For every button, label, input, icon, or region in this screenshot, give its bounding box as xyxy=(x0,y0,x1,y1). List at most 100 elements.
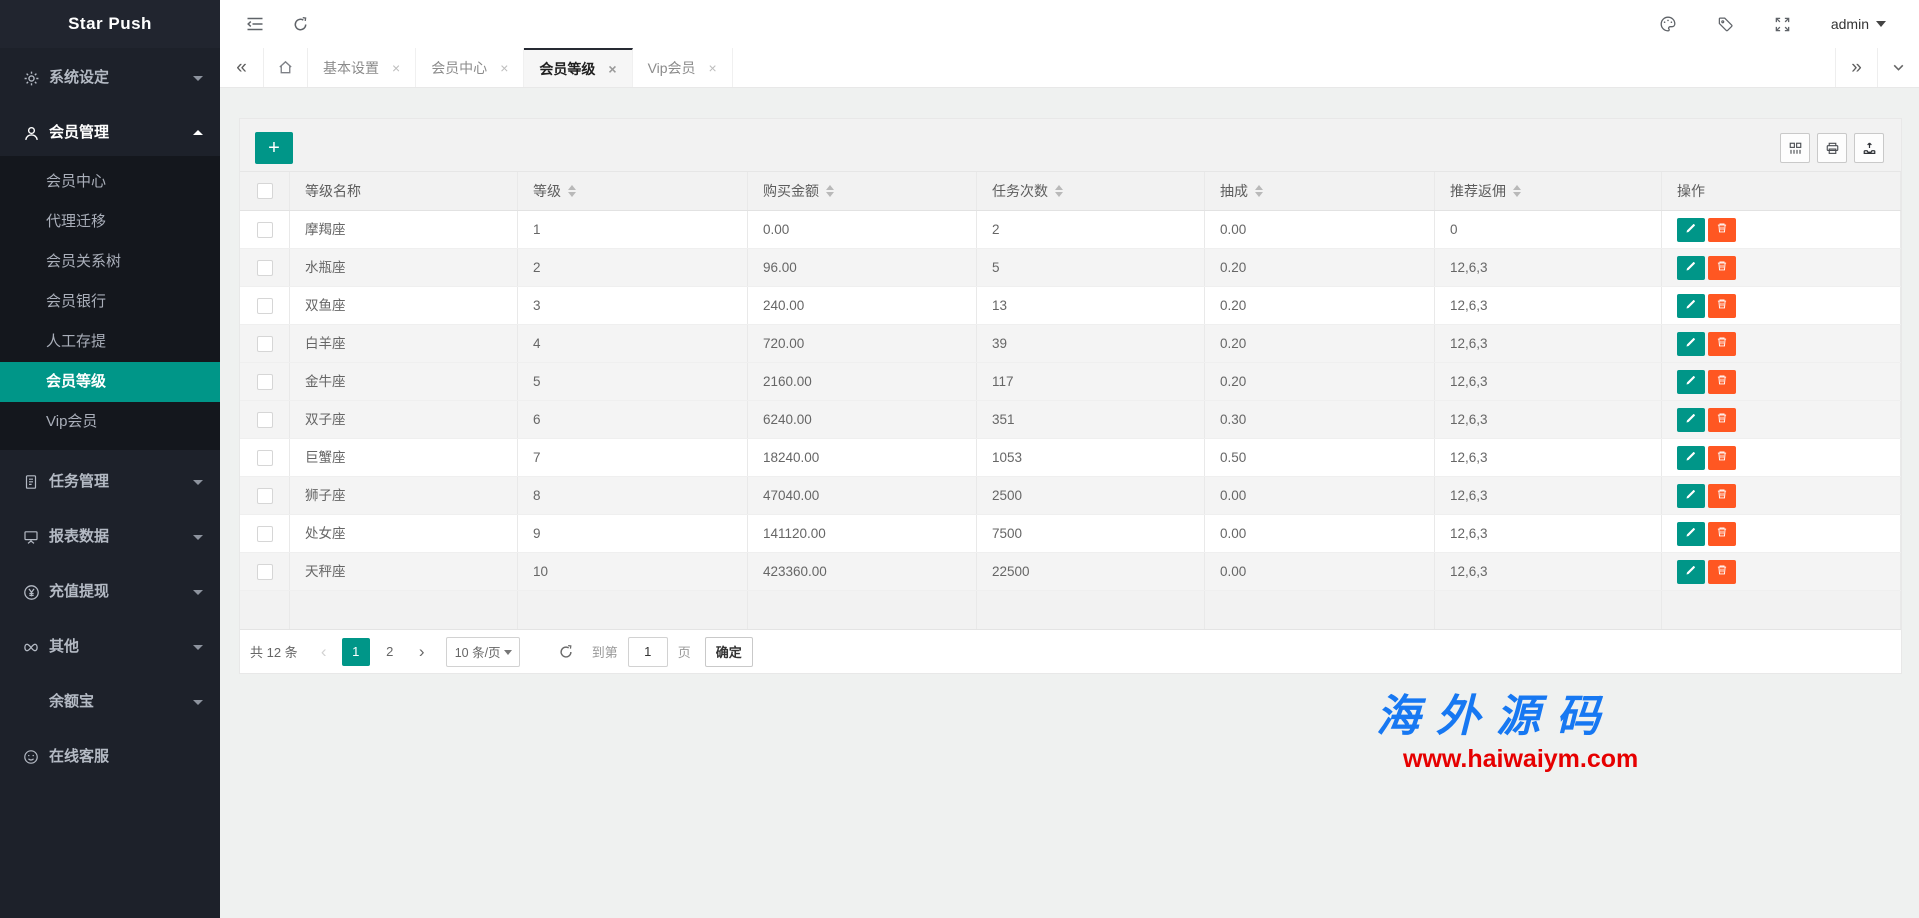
tabs-scroll-left-button[interactable]: « xyxy=(220,48,264,87)
delete-button[interactable] xyxy=(1708,370,1736,394)
delete-button[interactable] xyxy=(1708,256,1736,280)
page-button-2[interactable]: 2 xyxy=(376,638,404,666)
delete-button[interactable] xyxy=(1708,218,1736,242)
sidebar-item-member-bank[interactable]: 会员银行 xyxy=(0,282,220,322)
delete-button[interactable] xyxy=(1708,408,1736,432)
sidebar-item-recharge-withdraw[interactable]: 充值提现 xyxy=(0,569,220,615)
delete-button[interactable] xyxy=(1708,332,1736,356)
theme-palette-icon[interactable] xyxy=(1659,15,1677,33)
edit-button[interactable] xyxy=(1677,560,1705,584)
cell-rebate: 12,6,3 xyxy=(1435,363,1662,400)
tabs-menu-button[interactable] xyxy=(1877,48,1919,87)
row-checkbox[interactable] xyxy=(257,526,273,542)
page-button-1[interactable]: 1 xyxy=(342,638,370,666)
collapse-sidebar-icon[interactable] xyxy=(246,16,264,32)
close-tab-icon[interactable]: × xyxy=(500,60,508,76)
goto-page-input[interactable] xyxy=(628,637,668,667)
pencil-icon xyxy=(1685,222,1697,237)
cell-level: 4 xyxy=(518,325,748,362)
tabs-scroll-right-button[interactable]: » xyxy=(1835,48,1877,87)
row-checkbox[interactable] xyxy=(257,298,273,314)
row-checkbox[interactable] xyxy=(257,450,273,466)
home-tab[interactable] xyxy=(264,48,308,87)
edit-button[interactable] xyxy=(1677,522,1705,546)
sidebar-item-member-management[interactable]: 会员管理 xyxy=(0,110,220,156)
row-checkbox[interactable] xyxy=(257,488,273,504)
fullscreen-icon[interactable] xyxy=(1774,16,1791,33)
cell-amount: 240.00 xyxy=(748,287,977,324)
close-tab-icon[interactable]: × xyxy=(608,61,616,77)
edit-button[interactable] xyxy=(1677,294,1705,318)
trash-icon xyxy=(1716,488,1728,503)
pencil-icon xyxy=(1685,298,1697,313)
tab-member-level[interactable]: 会员等级× xyxy=(524,48,632,87)
sidebar-item-vip-member[interactable]: Vip会员 xyxy=(0,402,220,442)
export-button[interactable] xyxy=(1854,133,1884,163)
sort-icon[interactable] xyxy=(568,185,576,197)
edit-button[interactable] xyxy=(1677,218,1705,242)
sidebar-item-member-level[interactable]: 会员等级 xyxy=(0,362,220,402)
row-checkbox[interactable] xyxy=(257,374,273,390)
sidebar-item-member-center[interactable]: 会员中心 xyxy=(0,162,220,202)
sort-icon[interactable] xyxy=(1255,185,1263,197)
tag-icon[interactable] xyxy=(1717,16,1734,33)
row-checkbox[interactable] xyxy=(257,412,273,428)
sort-icon[interactable] xyxy=(826,185,834,197)
delete-button[interactable] xyxy=(1708,560,1736,584)
sidebar-item-system-settings[interactable]: 系统设定 xyxy=(0,55,220,101)
delete-button[interactable] xyxy=(1708,294,1736,318)
close-tab-icon[interactable]: × xyxy=(709,60,717,76)
watermark-url: www.haiwaiym.com xyxy=(1403,745,1638,774)
delete-button[interactable] xyxy=(1708,484,1736,508)
pencil-icon xyxy=(1685,412,1697,427)
sidebar-item-manual-deposit[interactable]: 人工存提 xyxy=(0,322,220,362)
delete-button[interactable] xyxy=(1708,446,1736,470)
per-page-select[interactable]: 10 条/页 xyxy=(446,637,520,667)
next-page-button[interactable]: › xyxy=(410,642,434,662)
refresh-page-icon[interactable] xyxy=(292,16,309,33)
sidebar-menu: 系统设定会员管理会员中心代理迁移会员关系树会员银行人工存提会员等级Vip会员任务… xyxy=(0,48,220,780)
edit-button[interactable] xyxy=(1677,484,1705,508)
tab-member-center[interactable]: 会员中心× xyxy=(416,48,524,87)
delete-button[interactable] xyxy=(1708,522,1736,546)
row-checkbox[interactable] xyxy=(257,260,273,276)
trash-icon xyxy=(1716,564,1728,579)
row-checkbox-cell xyxy=(240,287,290,324)
cell-level: 8 xyxy=(518,477,748,514)
sidebar-item-report-data[interactable]: 报表数据 xyxy=(0,514,220,560)
column-header-label: 操作 xyxy=(1677,181,1705,201)
close-tab-icon[interactable]: × xyxy=(392,60,400,76)
sidebar-item-other[interactable]: 其他 xyxy=(0,624,220,670)
sort-icon[interactable] xyxy=(1055,185,1063,197)
sort-desc-icon xyxy=(1513,192,1521,197)
print-button[interactable] xyxy=(1817,133,1847,163)
edit-button[interactable] xyxy=(1677,370,1705,394)
edit-button[interactable] xyxy=(1677,332,1705,356)
sort-icon[interactable] xyxy=(1513,185,1521,197)
user-menu[interactable]: admin xyxy=(1831,16,1886,32)
add-level-button[interactable]: + xyxy=(255,132,293,164)
tab-vip-member[interactable]: Vip会员× xyxy=(633,48,733,87)
confirm-page-button[interactable]: 确定 xyxy=(705,637,753,667)
columns-filter-button[interactable] xyxy=(1780,133,1810,163)
smiley-icon xyxy=(22,748,40,766)
row-checkbox[interactable] xyxy=(257,564,273,580)
refresh-table-button[interactable] xyxy=(558,644,574,660)
trash-icon xyxy=(1716,222,1728,237)
sidebar-item-member-tree[interactable]: 会员关系树 xyxy=(0,242,220,282)
column-header-name: 等级名称 xyxy=(290,172,518,210)
row-checkbox[interactable] xyxy=(257,222,273,238)
tab-basic-settings[interactable]: 基本设置× xyxy=(308,48,416,87)
edit-button[interactable] xyxy=(1677,256,1705,280)
select-all-checkbox[interactable] xyxy=(257,183,273,199)
sidebar-item-task-management[interactable]: 任务管理 xyxy=(0,459,220,505)
edit-button[interactable] xyxy=(1677,408,1705,432)
sidebar-item-yuebao[interactable]: 余额宝 xyxy=(0,679,220,725)
row-checkbox[interactable] xyxy=(257,336,273,352)
prev-page-button[interactable]: ‹ xyxy=(312,642,336,662)
page-suffix-label: 页 xyxy=(678,642,691,661)
sidebar-item-agent-migration[interactable]: 代理迁移 xyxy=(0,202,220,242)
cell-name: 金牛座 xyxy=(290,363,518,400)
edit-button[interactable] xyxy=(1677,446,1705,470)
sidebar-item-online-service[interactable]: 在线客服 xyxy=(0,734,220,780)
